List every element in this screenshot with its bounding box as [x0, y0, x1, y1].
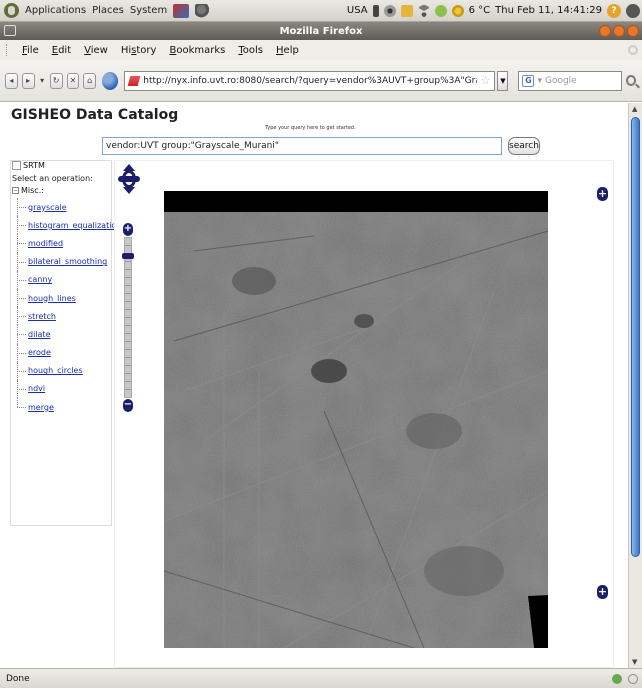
security-status-icon[interactable]	[628, 673, 638, 684]
navigation-toolbar: ◂ ▸ ▾ ↻ ✕ ⌂ http://nyx.info.uvt.ro:8080/…	[0, 60, 642, 102]
op-grayscale[interactable]: grayscale	[17, 198, 121, 217]
menu-edit[interactable]: Edit	[52, 45, 71, 56]
status-bar: Done	[0, 668, 642, 688]
op-histogram-equalization[interactable]: histogram_equalization	[17, 216, 121, 235]
satellite-image[interactable]	[164, 191, 548, 648]
op-ndvi[interactable]: ndvi	[17, 379, 121, 399]
search-engine-dropdown-icon[interactable]: ▾	[537, 76, 542, 86]
pan-down-icon[interactable]	[123, 187, 135, 194]
misc-label: Misc.:	[21, 186, 44, 195]
operations-panel: SRTM Select an operation: − Misc.: grays…	[10, 160, 121, 526]
window-menu-icon[interactable]	[4, 25, 16, 36]
op-stretch[interactable]: stretch	[17, 307, 121, 326]
query-input[interactable]	[102, 137, 502, 155]
web-search-box[interactable]: G ▾ Google	[518, 70, 622, 91]
clock[interactable]: Thu Feb 11, 14:41:29	[495, 5, 602, 16]
reload-button[interactable]: ↻	[49, 72, 63, 89]
scroll-up-icon[interactable]: ▲	[632, 105, 637, 113]
window-titlebar[interactable]: Mozilla Firefox	[0, 22, 642, 40]
op-merge[interactable]: merge	[17, 398, 121, 416]
zoom-out-button[interactable]: −	[123, 399, 133, 412]
zoom-slider-thumb[interactable]	[122, 253, 134, 259]
zoom-slider[interactable]	[124, 237, 132, 398]
activity-throbber-icon	[628, 45, 638, 55]
home-button[interactable]: ⌂	[83, 72, 97, 89]
pan-ring-icon	[122, 170, 136, 188]
back-button[interactable]: ◂	[5, 72, 18, 89]
status-text: Done	[6, 673, 30, 684]
menu-view[interactable]: View	[84, 45, 108, 56]
settings-launcher-icon[interactable]	[195, 3, 212, 18]
op-canny[interactable]: canny	[17, 270, 121, 290]
toolbar-grip	[6, 44, 9, 56]
site-globe-icon[interactable]	[102, 71, 119, 90]
addon-status-icon[interactable]	[612, 673, 622, 684]
volume-icon[interactable]	[372, 4, 379, 17]
srtm-label: SRTM	[23, 161, 45, 170]
menu-file[interactable]: File	[22, 45, 39, 56]
op-hough-circles[interactable]: hough_circles	[17, 361, 121, 381]
network-icon[interactable]	[383, 4, 396, 17]
map-viewer[interactable]: + − + +	[114, 160, 614, 668]
page-content: GISHEO Data Catalog Type your query here…	[0, 103, 628, 668]
menu-tools[interactable]: Tools	[238, 45, 263, 56]
operation-title: Select an operation:	[12, 174, 93, 183]
op-hough-lines[interactable]: hough_lines	[17, 288, 121, 308]
window-title: Mozilla Firefox	[279, 25, 363, 37]
menu-bookmarks[interactable]: Bookmarks	[169, 45, 225, 56]
page-scrollbar[interactable]: ▲ ▼	[628, 103, 642, 668]
maximize-button[interactable]	[613, 25, 625, 37]
lock-icon[interactable]	[400, 4, 413, 17]
close-button[interactable]	[627, 25, 639, 37]
search-icon[interactable]	[625, 75, 636, 86]
op-modified[interactable]: modified	[17, 234, 121, 253]
layer-switcher-icon[interactable]: +	[597, 187, 608, 201]
operations-list: grayscale histogram_equalization modifie…	[17, 198, 121, 416]
places-menu[interactable]: Places	[92, 5, 124, 16]
minimize-button[interactable]	[599, 25, 611, 37]
satellite-image-svg	[164, 191, 548, 648]
misc-node[interactable]: − Misc.:	[12, 186, 44, 195]
battery-icon[interactable]	[434, 4, 447, 17]
op-erode[interactable]: erode	[17, 343, 121, 362]
menu-history[interactable]: History	[121, 45, 157, 56]
system-menu[interactable]: System	[130, 5, 167, 16]
weather-icon[interactable]	[451, 4, 464, 17]
pan-control[interactable]	[118, 164, 140, 194]
history-dropdown-button[interactable]: ▾	[39, 76, 46, 85]
gnome-foot-icon[interactable]	[4, 3, 19, 18]
weather-temperature[interactable]: 6 °C	[469, 5, 491, 16]
applications-menu[interactable]: Applications	[25, 5, 86, 16]
scrollbar-thumb[interactable]	[631, 117, 640, 557]
menu-help[interactable]: Help	[276, 45, 299, 56]
google-engine-icon[interactable]: G	[522, 74, 535, 87]
collapse-icon[interactable]: −	[12, 187, 19, 194]
srtm-row[interactable]: SRTM	[12, 161, 45, 170]
srtm-checkbox[interactable]	[12, 161, 21, 170]
op-bilateral-smoothing[interactable]: bilateral_smoothing	[17, 252, 121, 271]
page-title: GISHEO Data Catalog	[11, 107, 179, 123]
scroll-down-icon[interactable]: ▼	[632, 658, 637, 666]
favicon-icon	[127, 75, 141, 86]
url-bar[interactable]: http://nyx.info.uvt.ro:8080/search/?quer…	[124, 70, 496, 91]
power-icon[interactable]	[626, 3, 640, 18]
search-button[interactable]: search	[508, 137, 540, 155]
query-hint: Type your query here to get started.	[265, 125, 356, 131]
url-dropdown-button[interactable]: ▼	[497, 70, 509, 91]
zoom-in-button[interactable]: +	[123, 223, 133, 236]
overview-map-icon[interactable]: +	[597, 585, 608, 599]
top-panel: Applications Places System USA 6 °C Thu …	[0, 0, 642, 22]
help-icon[interactable]: ?	[607, 3, 621, 18]
wifi-icon[interactable]	[417, 4, 430, 17]
url-text[interactable]: http://nyx.info.uvt.ro:8080/search/?quer…	[143, 76, 476, 86]
keyboard-layout-indicator[interactable]: USA	[347, 5, 368, 16]
bookmark-star-icon[interactable]: ☆	[481, 74, 491, 87]
menubar: File Edit View History Bookmarks Tools H…	[0, 40, 642, 60]
forward-button[interactable]: ▸	[21, 72, 35, 89]
launcher-icon[interactable]	[173, 3, 190, 18]
web-search-placeholder: Google	[544, 75, 577, 86]
op-dilate[interactable]: dilate	[17, 325, 121, 344]
stop-button[interactable]: ✕	[66, 72, 80, 89]
